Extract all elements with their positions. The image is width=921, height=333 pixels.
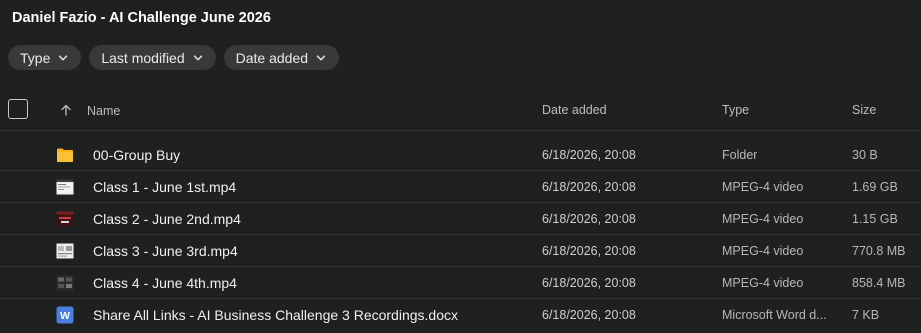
file-name: Class 2 - June 2nd.mp4 bbox=[93, 211, 241, 227]
column-header-type[interactable]: Type bbox=[722, 103, 749, 117]
file-date-added: 6/18/2026, 20:08 bbox=[542, 276, 636, 290]
file-date-added: 6/18/2026, 20:08 bbox=[542, 244, 636, 258]
filter-bar: Type Last modified Date added bbox=[8, 45, 340, 70]
file-size: 1.69 GB bbox=[852, 180, 898, 194]
file-date-added: 6/18/2026, 20:08 bbox=[542, 180, 636, 194]
page-title: Daniel Fazio - AI Challenge June 2026 bbox=[12, 10, 271, 26]
file-type: MPEG-4 video bbox=[722, 180, 804, 194]
video-thumbnail-icon bbox=[56, 211, 74, 227]
table-row[interactable]: Class 4 - June 4th.mp4 6/18/2026, 20:08 … bbox=[0, 267, 921, 299]
column-header-size[interactable]: Size bbox=[852, 103, 876, 117]
chevron-down-icon bbox=[59, 54, 68, 60]
table-row[interactable]: Class 3 - June 3rd.mp4 6/18/2026, 20:08 … bbox=[0, 235, 921, 267]
video-thumbnail-icon bbox=[56, 179, 74, 195]
file-date-added: 6/18/2026, 20:08 bbox=[542, 148, 636, 162]
file-type: MPEG-4 video bbox=[722, 244, 804, 258]
file-name: 00-Group Buy bbox=[93, 147, 181, 163]
filter-type-button[interactable]: Type bbox=[8, 45, 82, 70]
sort-arrow-up-icon[interactable] bbox=[59, 103, 73, 117]
file-name: Class 4 - June 4th.mp4 bbox=[93, 275, 237, 291]
video-thumbnail-icon bbox=[56, 275, 74, 291]
file-type: MPEG-4 video bbox=[722, 212, 804, 226]
filter-last-modified-button[interactable]: Last modified bbox=[89, 45, 216, 70]
chevron-down-icon bbox=[193, 54, 202, 60]
chevron-down-icon bbox=[316, 54, 326, 60]
svg-text:W: W bbox=[60, 310, 70, 322]
video-thumbnail-icon bbox=[56, 243, 74, 259]
file-name: Class 1 - June 1st.mp4 bbox=[93, 179, 237, 195]
filter-label: Last modified bbox=[101, 49, 185, 66]
folder-icon bbox=[57, 148, 73, 162]
file-size: 1.15 GB bbox=[852, 212, 898, 226]
file-size: 858.4 MB bbox=[852, 276, 906, 290]
filter-label: Date added bbox=[235, 49, 309, 66]
file-size: 770.8 MB bbox=[852, 244, 906, 258]
file-type: Folder bbox=[722, 148, 758, 162]
select-all-checkbox[interactable] bbox=[8, 99, 28, 119]
file-list: 00-Group Buy 6/18/2026, 20:08 Folder 30 … bbox=[0, 139, 921, 331]
word-document-icon: W bbox=[56, 306, 74, 324]
table-row[interactable]: 00-Group Buy 6/18/2026, 20:08 Folder 30 … bbox=[0, 139, 921, 171]
column-header-name[interactable]: Name bbox=[87, 104, 120, 118]
file-date-added: 6/18/2026, 20:08 bbox=[542, 212, 636, 226]
column-header-date-added[interactable]: Date added bbox=[542, 103, 607, 117]
file-name: Share All Links - AI Business Challenge … bbox=[93, 307, 458, 323]
file-date-added: 6/18/2026, 20:08 bbox=[542, 308, 636, 322]
file-size: 7 KB bbox=[852, 308, 880, 322]
table-row[interactable]: W Share All Links - AI Business Challeng… bbox=[0, 299, 921, 331]
table-row[interactable]: Class 2 - June 2nd.mp4 6/18/2026, 20:08 … bbox=[0, 203, 921, 235]
filter-date-added-button[interactable]: Date added bbox=[223, 45, 340, 70]
filter-label: Type bbox=[20, 49, 51, 66]
file-type: Microsoft Word d... bbox=[722, 308, 827, 322]
table-header: Name Date added Type Size bbox=[0, 92, 921, 131]
file-browser: Daniel Fazio - AI Challenge June 2026 Ty… bbox=[0, 0, 921, 333]
file-type: MPEG-4 video bbox=[722, 276, 804, 290]
table-row[interactable]: Class 1 - June 1st.mp4 6/18/2026, 20:08 … bbox=[0, 171, 921, 203]
file-name: Class 3 - June 3rd.mp4 bbox=[93, 243, 238, 259]
file-size: 30 B bbox=[852, 148, 878, 162]
